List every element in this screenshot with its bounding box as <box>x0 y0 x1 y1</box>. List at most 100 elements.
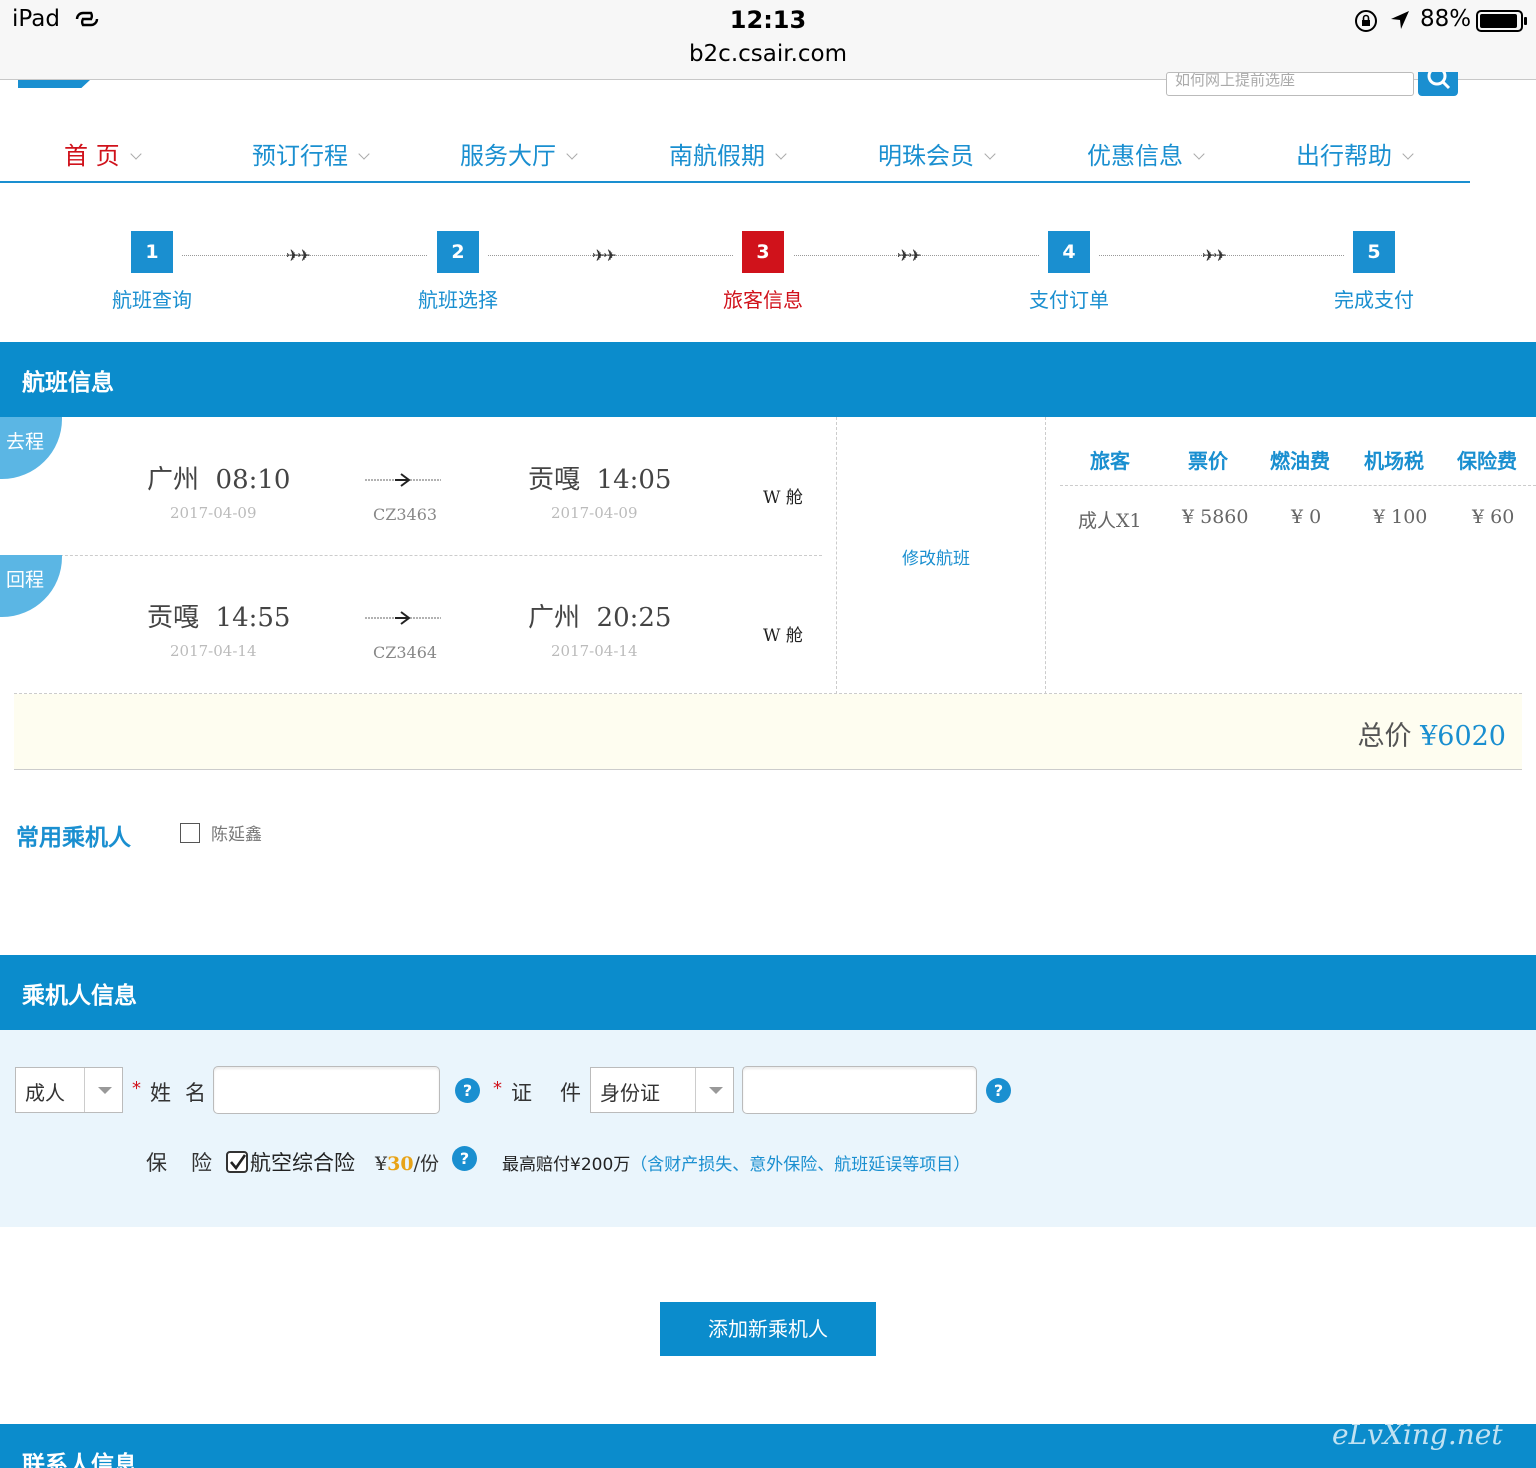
insurance-price: ¥30/份 <box>375 1153 439 1175</box>
plane-icon: ✈✈ <box>286 246 311 265</box>
passenger-form: 成人 * 姓名 ? * 证件 身份证 ? 保险 航空综合险 ¥30/份 ? 最高… <box>0 1030 1536 1227</box>
contact-info-header: 联系人信息 <box>0 1424 1536 1468</box>
step-label-current: 旅客信息 <box>723 288 803 312</box>
insurance-checkbox[interactable] <box>226 1151 248 1173</box>
battery-percent: 88% <box>1420 6 1472 32</box>
step-number: 1 <box>131 231 173 273</box>
outbound-badge: 去程 <box>0 417 62 479</box>
required-mark: * <box>132 1078 141 1099</box>
step-number: 4 <box>1048 231 1090 273</box>
price-header-fare: 票价 <box>1188 449 1228 473</box>
insurance-label: 保险 <box>146 1151 236 1175</box>
flight-panel: 去程 广州 08:10 2017-04-09 CZ3463 贡嘎 14:05 2… <box>0 417 1536 694</box>
divider <box>0 555 822 556</box>
divider <box>1060 485 1536 486</box>
chevron-down-icon <box>1193 148 1205 160</box>
status-bar: iPad 12:13 b2c.csair.com 88% <box>0 0 1536 80</box>
divider <box>1045 417 1046 694</box>
checkmark-icon <box>230 1154 247 1171</box>
required-mark: * <box>493 1078 502 1099</box>
chevron-down-icon <box>1402 148 1414 160</box>
name-label: 姓名 <box>150 1081 220 1105</box>
cabin-class: W 舱 <box>763 488 803 508</box>
plane-icon: ✈✈ <box>592 246 617 265</box>
insurance-name: 航空综合险 <box>250 1151 355 1175</box>
frequent-passenger-name[interactable]: 陈延鑫 <box>211 820 262 845</box>
return-badge: 回程 <box>0 555 62 617</box>
search-input[interactable]: 如何网上提前选座 <box>1166 72 1414 96</box>
step-number-current: 3 <box>742 231 784 273</box>
arrival: 广州 20:25 <box>528 603 672 633</box>
price-header-passenger: 旅客 <box>1090 449 1130 473</box>
flight-arrow-icon <box>365 473 441 487</box>
location-arrow-icon <box>1391 11 1409 29</box>
step-label: 完成支付 <box>1334 288 1414 312</box>
search-icon <box>1427 72 1451 90</box>
name-input[interactable] <box>213 1066 440 1114</box>
passenger-info-header: 乘机人信息 <box>0 955 1536 1030</box>
step-label: 航班选择 <box>418 288 498 312</box>
departure: 广州 08:10 <box>147 465 291 495</box>
chevron-down-icon <box>775 148 787 160</box>
battery-icon <box>1476 10 1527 32</box>
arrival: 贡嘎 14:05 <box>528 465 672 495</box>
price-fare: ¥ 5860 <box>1182 506 1249 528</box>
departure-date: 2017-04-09 <box>170 504 257 522</box>
price-header-fuel: 燃油费 <box>1270 449 1330 473</box>
help-icon[interactable]: ? <box>986 1078 1011 1103</box>
flight-arrow-icon <box>365 611 441 625</box>
passenger-type-select[interactable]: 成人 <box>15 1067 123 1113</box>
total-price: 总价 ¥6020 <box>1357 721 1507 752</box>
step-number: 5 <box>1353 231 1395 273</box>
total-price-bar: 总价 ¥6020 <box>14 694 1522 770</box>
step-label: 支付订单 <box>1029 288 1109 312</box>
nav-home[interactable]: 首 页 <box>64 136 142 171</box>
help-icon[interactable]: ? <box>452 1146 477 1171</box>
frequent-passenger-checkbox[interactable] <box>180 823 200 843</box>
nav-holiday[interactable]: 南航假期 <box>669 136 787 171</box>
divider <box>836 417 837 694</box>
site-logo[interactable] <box>18 80 90 88</box>
clock: 12:13 <box>729 6 807 34</box>
nav-member[interactable]: 明珠会员 <box>878 136 996 171</box>
nav-help[interactable]: 出行帮助 <box>1296 136 1414 171</box>
flight-info-header: 航班信息 <box>0 342 1536 417</box>
id-type-select[interactable]: 身份证 <box>590 1067 734 1113</box>
search-button[interactable] <box>1418 72 1458 96</box>
arrival-date: 2017-04-09 <box>551 504 638 522</box>
departure-date: 2017-04-14 <box>170 642 257 660</box>
nav-service[interactable]: 服务大厅 <box>460 136 578 171</box>
arrival-date: 2017-04-14 <box>551 642 638 660</box>
flight-number: CZ3463 <box>373 505 438 524</box>
nav-offers[interactable]: 优惠信息 <box>1087 136 1205 171</box>
section-title: 联系人信息 <box>22 1452 137 1468</box>
price-airport-tax: ¥ 100 <box>1373 506 1428 528</box>
booking-steps: 1 航班查询 ✈✈ 2 航班选择 ✈✈ 3 旅客信息 ✈✈ 4 支付订单 ✈✈ … <box>0 225 1536 325</box>
plane-icon: ✈✈ <box>897 246 922 265</box>
flight-number: CZ3464 <box>373 643 438 662</box>
price-header-insurance: 保险费 <box>1457 449 1517 473</box>
modify-flight-link[interactable]: 修改航班 <box>902 544 970 569</box>
watermark: eLvXing.net <box>1332 1418 1503 1451</box>
plane-icon: ✈✈ <box>1202 246 1227 265</box>
chevron-down-icon <box>129 148 142 160</box>
chevron-down-icon <box>358 148 370 160</box>
main-nav: 首 页 预订行程 服务大厅 南航假期 明珠会员 优惠信息 出行帮助 <box>0 120 1470 183</box>
cabin-class: W 舱 <box>763 626 803 646</box>
price-passenger: 成人X1 <box>1078 510 1142 532</box>
price-fuel: ¥ 0 <box>1291 506 1322 528</box>
section-title: 乘机人信息 <box>22 983 137 1009</box>
frequent-passengers-title: 常用乘机人 <box>16 825 131 851</box>
departure: 贡嘎 14:55 <box>147 603 291 633</box>
dropdown-arrow-icon <box>695 1068 733 1112</box>
add-passenger-button[interactable]: 添加新乘机人 <box>660 1302 876 1356</box>
id-number-input[interactable] <box>742 1066 977 1114</box>
rotation-lock-icon <box>1355 10 1377 32</box>
chevron-down-icon <box>984 148 996 160</box>
insurance-description: 最高赔付¥200万（含财产损失、意外保险、航班延误等项目） <box>502 1155 971 1175</box>
address-bar-url[interactable]: b2c.csair.com <box>0 41 1536 67</box>
step-number: 2 <box>437 231 479 273</box>
nav-booking[interactable]: 预订行程 <box>252 136 370 171</box>
section-title: 航班信息 <box>22 370 114 396</box>
help-icon[interactable]: ? <box>455 1078 480 1103</box>
